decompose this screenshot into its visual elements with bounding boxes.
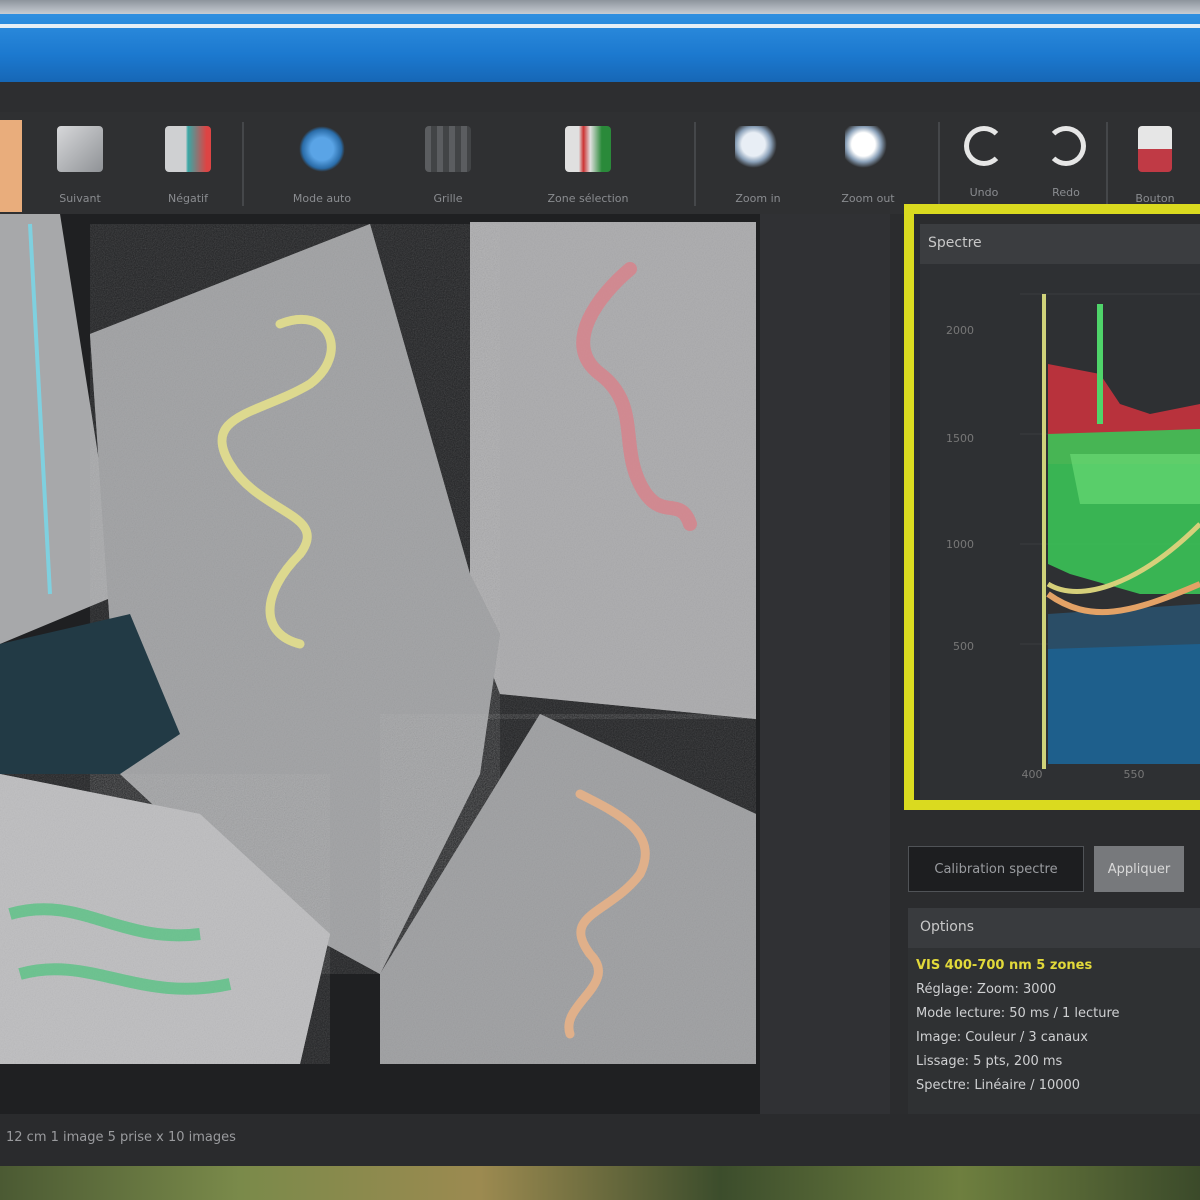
options-line: Image: Couleur / 3 canaux (916, 1030, 1088, 1045)
layers-label: Suivant (59, 192, 101, 205)
y-tick-label: 2000 (946, 324, 974, 337)
options-line: VIS 400-700 nm 5 zones (916, 958, 1093, 973)
auto-mode-button[interactable]: Mode auto (262, 118, 382, 212)
zoom-out-button[interactable]: Zoom out (822, 118, 914, 212)
y-tick-label: 500 (953, 640, 974, 653)
histogram-title: Spectre (928, 235, 982, 251)
x-tick-label: 550 (1123, 768, 1145, 781)
undo-label: Undo (969, 186, 999, 199)
redo-button[interactable]: Redo (1034, 118, 1098, 212)
selection-button[interactable]: Zone sélection (508, 118, 668, 212)
y-tick-label: 1000 (946, 538, 974, 551)
image-canvas[interactable] (0, 214, 890, 1114)
undo-icon (964, 126, 1004, 166)
image-icon (165, 126, 211, 172)
options-line: Lissage: 5 pts, 200 ms (916, 1054, 1063, 1069)
app-window: Suivant Négatif Mode auto Grille Zone sé… (0, 0, 1200, 1200)
selection-label: Zone sélection (547, 192, 629, 205)
tool-icon (1138, 126, 1172, 172)
options-line: Spectre: Linéaire / 10000 (916, 1078, 1081, 1093)
green-highlight-area (1070, 454, 1200, 504)
tool-button[interactable]: Bouton (1120, 118, 1190, 212)
apply-button[interactable]: Appliquer (1094, 846, 1184, 892)
ribbon-divider (242, 122, 244, 206)
options-title: Options (920, 919, 975, 935)
options-line: Mode lecture: 50 ms / 1 lecture (916, 1006, 1120, 1021)
layers-button[interactable]: Suivant (40, 118, 120, 212)
title-bar-edge (0, 24, 1200, 28)
negative-label: Négatif (168, 192, 208, 205)
ribbon-divider (1106, 122, 1108, 206)
zoom-out-icon (845, 126, 891, 172)
redo-icon (1046, 126, 1086, 166)
auto-mode-label: Mode auto (292, 192, 352, 205)
histogram-panel[interactable] (920, 264, 1200, 800)
calibrate-button[interactable]: Calibration spectre (908, 846, 1084, 892)
layers-icon (57, 126, 103, 172)
green-channel-area (1048, 429, 1200, 594)
undo-button[interactable]: Undo (952, 118, 1016, 212)
status-text: 12 cm 1 image 5 prise x 10 images (6, 1130, 236, 1145)
x-tick-label: 400 (1021, 768, 1043, 781)
desktop-strip (0, 0, 1200, 14)
selection-icon (565, 126, 611, 172)
options-line: Réglage: Zoom: 3000 (916, 982, 1057, 997)
ribbon-divider (938, 122, 940, 206)
blue-channel-area (1048, 644, 1200, 764)
zoom-out-label: Zoom out (841, 192, 895, 205)
taskbar[interactable] (0, 1166, 1200, 1200)
zoom-in-button[interactable]: Zoom in (716, 118, 800, 212)
grid-button[interactable]: Grille (410, 118, 486, 212)
grid-label: Grille (433, 192, 463, 205)
photo (0, 214, 890, 1114)
zoom-in-label: Zoom in (735, 192, 781, 205)
y-tick-label: 1500 (946, 432, 974, 445)
grid-icon (425, 126, 471, 172)
histogram-chart (920, 264, 1200, 800)
redo-label: Redo (1052, 186, 1080, 199)
active-thumbnail[interactable] (0, 120, 22, 212)
ribbon-divider (694, 122, 696, 206)
auto-icon (299, 126, 345, 172)
negative-button[interactable]: Négatif (148, 118, 228, 212)
zoom-in-icon (735, 126, 781, 172)
